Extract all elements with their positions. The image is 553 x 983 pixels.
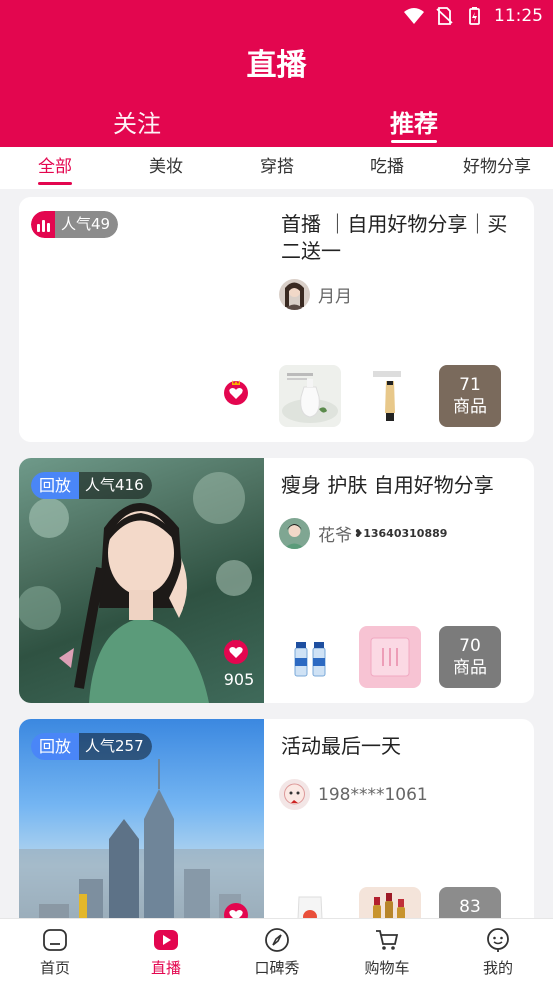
live-icon (154, 930, 178, 950)
battery-icon (469, 7, 480, 25)
avatar (279, 279, 310, 310)
product-label: 商品 (453, 658, 487, 678)
product-thumbnail[interactable] (279, 626, 341, 688)
like-heart-icon[interactable] (223, 636, 249, 664)
streamer-info[interactable]: 花爷 ❥13640310889 (279, 518, 447, 549)
nav-reviews[interactable]: 口碑秀 (237, 927, 317, 978)
pink-box-product-icon (359, 626, 421, 688)
streamer-info[interactable]: 月月 (279, 279, 352, 310)
product-label: 商品 (453, 397, 487, 417)
category-tab-mukbang[interactable]: 吃播 (370, 152, 404, 177)
product-thumbnail[interactable] (359, 365, 421, 427)
status-bar: 11:25 (404, 4, 543, 28)
popularity-badge: 人气49 (31, 211, 119, 238)
streamer-info[interactable]: 198****1061 (279, 779, 428, 810)
cart-icon (376, 930, 399, 950)
product-count: 71 (459, 375, 481, 395)
popularity-count: 人气257 (79, 733, 152, 760)
nav-label: 直播 (150, 959, 181, 977)
card-title[interactable]: 首播 ｜自用好物分享｜买二送一 (281, 211, 521, 265)
tube-product-icon (359, 365, 421, 427)
card-title[interactable]: 活动最后一天 (281, 733, 521, 760)
no-sim-icon (436, 7, 453, 25)
card-title[interactable]: 瘦身 护肤 自用好物分享 (281, 472, 521, 499)
category-tab-outfit[interactable]: 穿搭 (260, 152, 294, 177)
product-thumbnail[interactable] (359, 626, 421, 688)
category-active-indicator (38, 182, 72, 185)
page-title: 直播 (246, 48, 307, 83)
streamer-name: 花爷 (318, 526, 352, 546)
product-count: 83 (459, 897, 481, 917)
tab-recommend[interactable]: 推荐 (390, 104, 438, 139)
popularity-badge: 回放 人气257 (31, 733, 152, 760)
compass-icon (265, 928, 289, 952)
wifi-icon (404, 8, 424, 24)
nav-profile[interactable]: 我的 (458, 927, 538, 978)
avatar (279, 518, 310, 549)
like-count: 905 (223, 670, 255, 689)
tab-follow[interactable]: 关注 (113, 104, 161, 139)
popularity-badge: 回放 人气416 (31, 472, 152, 499)
profile-icon (487, 928, 509, 952)
replay-tag: 回放 (31, 733, 80, 760)
status-time: 11:25 (494, 6, 543, 26)
replay-tag: 回放 (31, 472, 80, 499)
streamer-contact: ❥13640310889 (354, 527, 448, 540)
popularity-count: 人气416 (79, 472, 152, 499)
more-products-button[interactable]: 70 商品 (439, 626, 501, 688)
active-tab-indicator (391, 140, 437, 143)
nav-label: 我的 (482, 959, 513, 977)
live-card[interactable]: 回放 人气416 905 瘦身 护肤 自用好物分享 花爷 ❥1364031088… (19, 458, 534, 703)
nav-label: 口碑秀 (254, 959, 300, 977)
live-card[interactable]: 人气49 首播 ｜自用好物分享｜买二送一 月月 71 商品 (19, 197, 534, 442)
category-tabs: 全部 美妆 穿搭 吃播 好物分享 (0, 147, 553, 189)
top-tabs: 关注 推荐 (0, 104, 553, 144)
vial-product-icon (279, 626, 341, 688)
home-icon (43, 929, 67, 951)
category-tab-makeup[interactable]: 美妆 (149, 152, 183, 177)
product-count: 70 (459, 636, 481, 656)
bottom-nav: 首页 直播 口碑秀 购物车 我的 (0, 918, 553, 983)
avatar (279, 779, 310, 810)
streamer-name: 月月 (318, 287, 352, 307)
like-heart-icon[interactable] (223, 377, 249, 405)
nav-cart[interactable]: 购物车 (347, 927, 427, 978)
nav-home[interactable]: 首页 (15, 927, 95, 978)
more-products-button[interactable]: 71 商品 (439, 365, 501, 427)
live-bars-icon (31, 211, 55, 238)
serum-bottle-icon (279, 365, 341, 427)
streamer-name: 198****1061 (318, 784, 428, 805)
product-thumbnail[interactable] (279, 365, 341, 427)
nav-label: 首页 (39, 959, 70, 977)
popularity-count: 人气49 (55, 211, 119, 238)
nav-label: 购物车 (364, 959, 410, 977)
category-tab-goods-share[interactable]: 好物分享 (463, 152, 531, 177)
app-header: 11:25 直播 关注 推荐 (0, 0, 553, 147)
category-tab-all[interactable]: 全部 (38, 152, 72, 177)
nav-live[interactable]: 直播 (126, 927, 206, 978)
